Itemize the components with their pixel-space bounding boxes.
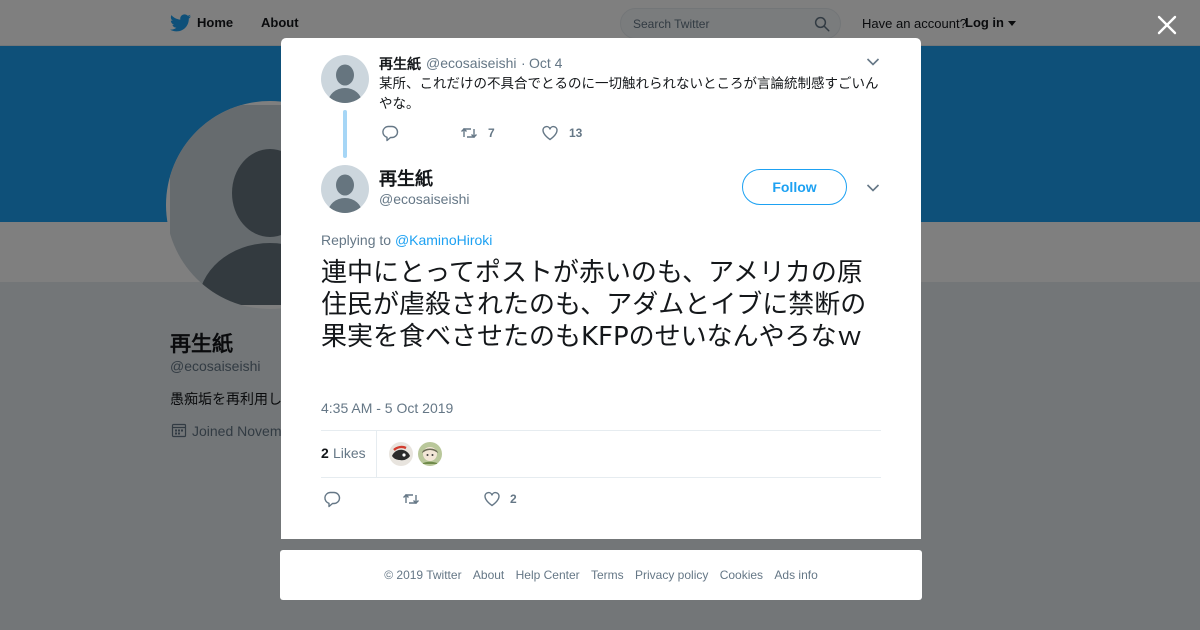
parent-tweet-text: 某所、これだけの不具合でとるのに一切触れられないところが言論統制感すごいんやな。 — [379, 76, 879, 112]
default-avatar-icon — [321, 55, 369, 103]
like-count: 13 — [569, 126, 583, 140]
parent-tweet-avatar[interactable] — [321, 55, 369, 103]
modal-footer: © 2019 Twitter About Help Center Terms P… — [280, 550, 922, 600]
reply-icon[interactable] — [323, 490, 341, 508]
liker-avatar[interactable] — [418, 442, 442, 466]
tweet-permalink-modal: 再生紙 @ecosaiseishi · Oct 4 某所、これだけの不具合でとる… — [281, 38, 921, 539]
meta-separator: · — [521, 55, 526, 71]
parent-tweet-date[interactable]: Oct 4 — [529, 55, 562, 71]
chevron-down-icon[interactable] — [866, 183, 880, 193]
retweet-icon[interactable] — [460, 124, 478, 142]
liker-avatar-image — [389, 442, 413, 466]
divider — [321, 477, 881, 478]
likes-separator — [376, 431, 377, 477]
main-tweet-author-handle[interactable]: @ecosaiseishi — [379, 191, 469, 207]
retweet-count: 7 — [488, 126, 495, 140]
main-tweet-text: 連中にとってポストが赤いのも、アメリカの原住民が虐殺されたのも、アダムとイブに禁… — [321, 258, 867, 352]
tweet-timestamp[interactable]: 4:35 AM - 5 Oct 2019 — [321, 400, 453, 416]
footer-link-cookies[interactable]: Cookies — [720, 568, 763, 582]
like-count: 2 — [510, 492, 517, 506]
divider — [321, 430, 881, 431]
footer-copyright: © 2019 Twitter — [384, 568, 462, 582]
replying-to-label: Replying to — [321, 232, 392, 248]
main-tweet-author-name[interactable]: 再生紙 — [379, 165, 433, 191]
heart-icon[interactable] — [483, 490, 501, 508]
reply-icon[interactable] — [381, 124, 399, 142]
parent-tweet-author-handle[interactable]: @ecosaiseishi — [426, 55, 516, 71]
liker-avatar[interactable] — [389, 442, 413, 466]
retweet-icon[interactable] — [402, 490, 420, 508]
footer-link-about[interactable]: About — [473, 568, 504, 582]
default-avatar-icon — [321, 165, 369, 213]
likes-count[interactable]: 2 — [321, 445, 329, 461]
replying-to-line: Replying to @KaminoHiroki — [321, 232, 492, 248]
footer-link-privacy-policy[interactable]: Privacy policy — [635, 568, 708, 582]
chevron-down-icon[interactable] — [866, 57, 880, 67]
follow-button[interactable]: Follow — [742, 169, 847, 205]
main-tweet-avatar[interactable] — [321, 165, 369, 213]
footer-links: © 2019 Twitter About Help Center Terms P… — [280, 568, 922, 582]
close-icon[interactable] — [1154, 12, 1180, 38]
likes-label[interactable]: Likes — [333, 445, 366, 461]
footer-link-terms[interactable]: Terms — [591, 568, 624, 582]
heart-icon[interactable] — [541, 124, 559, 142]
parent-tweet-author-name[interactable]: 再生紙 — [379, 54, 421, 74]
liker-avatar-image — [418, 442, 442, 466]
footer-link-ads-info[interactable]: Ads info — [774, 568, 817, 582]
thread-connector-line — [343, 110, 347, 158]
replying-to-user-link[interactable]: @KaminoHiroki — [395, 232, 492, 248]
footer-link-help-center[interactable]: Help Center — [516, 568, 580, 582]
